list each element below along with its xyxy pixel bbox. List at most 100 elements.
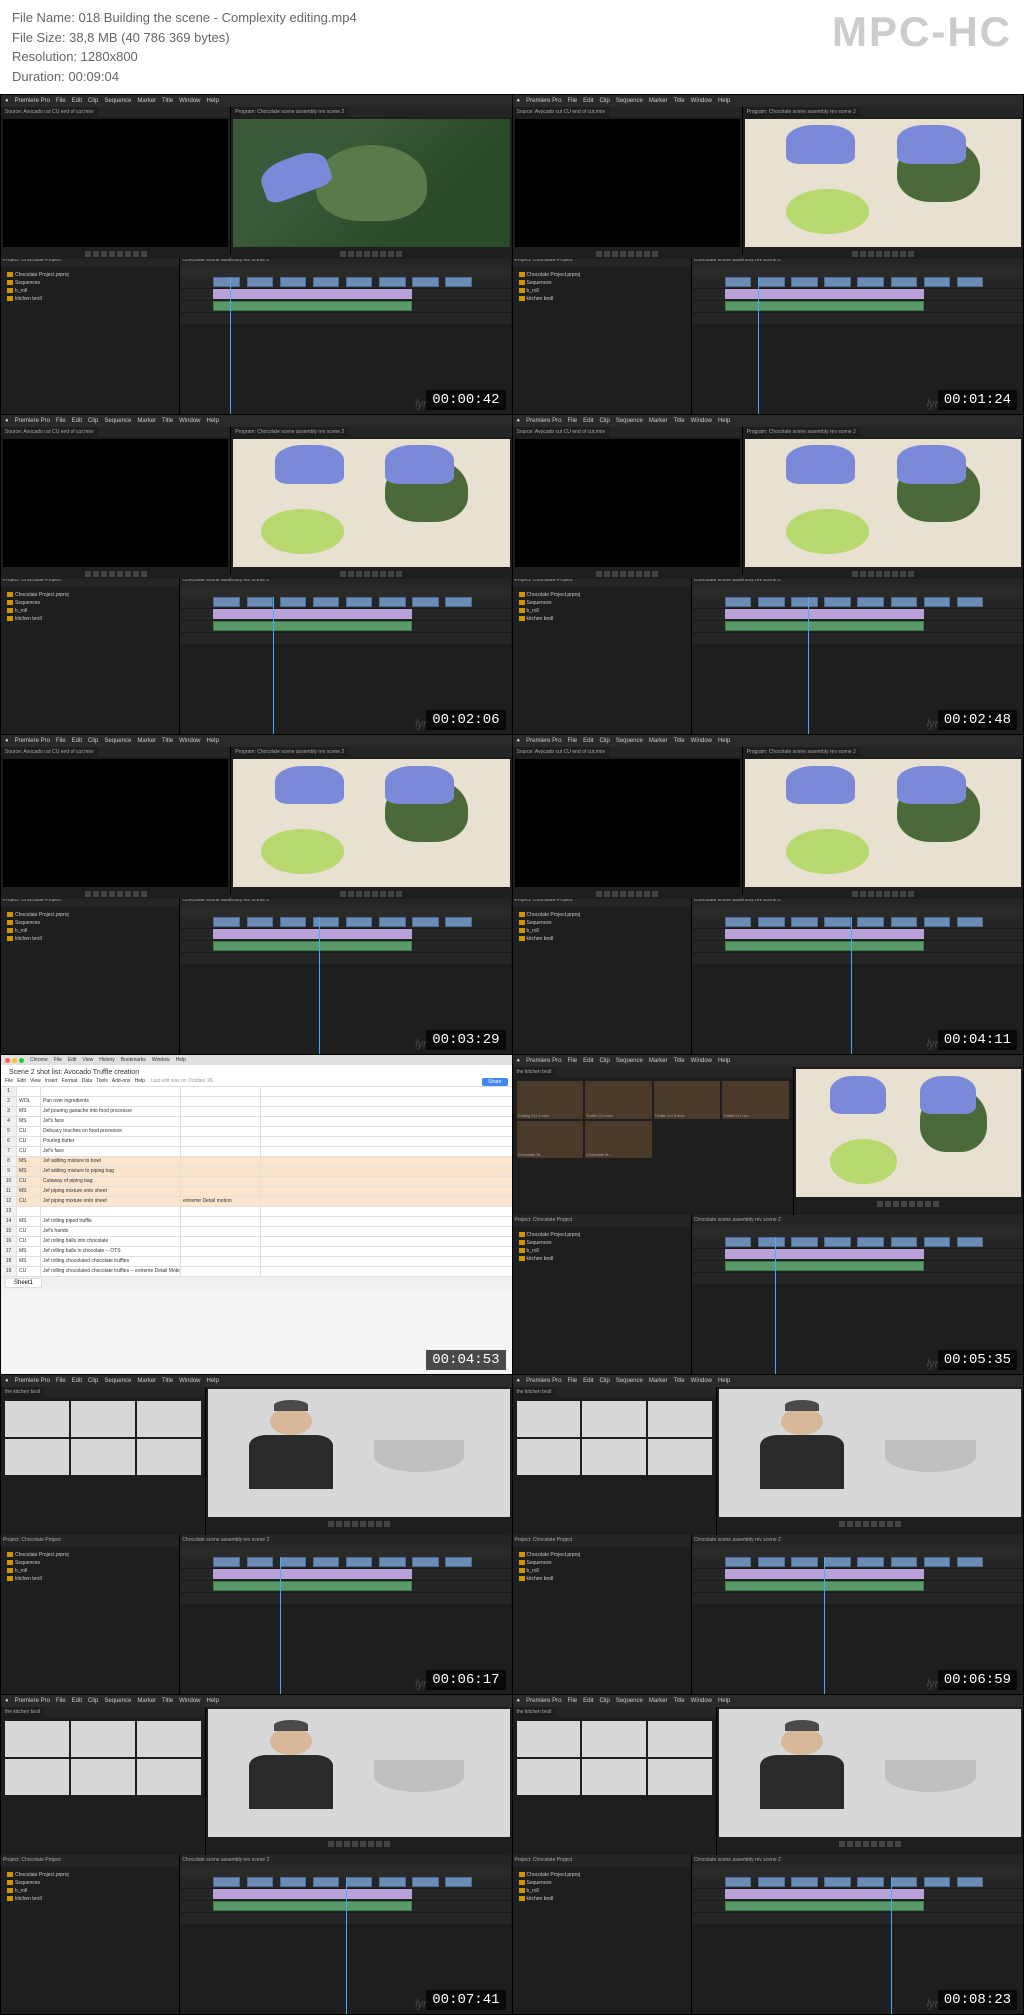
menu-item[interactable]: Edit [72, 98, 82, 104]
video-track[interactable] [692, 277, 1023, 289]
menu-item[interactable]: Clip [599, 1378, 609, 1384]
menu-item[interactable]: Marker [137, 98, 156, 104]
transport-button[interactable] [612, 891, 618, 897]
spreadsheet-row[interactable]: 15 CU Jef's hands [1, 1227, 512, 1237]
media-clip[interactable] [582, 1721, 646, 1757]
transport-button[interactable] [612, 251, 618, 257]
media-clip[interactable] [582, 1401, 646, 1437]
project-panel[interactable]: Project: Chocolate Project Chocolate Pro… [513, 575, 692, 735]
menu-item[interactable]: Window [179, 1698, 200, 1704]
transport-button[interactable] [348, 571, 354, 577]
project-item[interactable]: b_roll [517, 1567, 687, 1575]
macos-menubar[interactable]: ● Premiere Pro FileEditClipSequenceMarke… [513, 735, 1024, 747]
program-monitor[interactable]: Program: Chocolate scene assembly rev sc… [231, 427, 511, 575]
cell[interactable]: WOL [17, 1097, 41, 1106]
transport-button[interactable] [636, 251, 642, 257]
menu-item[interactable]: Bookmarks [121, 1057, 146, 1063]
video-thumbnail[interactable]: ● Premiere Pro FileEditClipSequenceMarke… [1, 735, 512, 1054]
timeline-ruler[interactable] [692, 1867, 1023, 1877]
project-panel[interactable]: Project: Chocolate Project Chocolate Pro… [513, 1215, 692, 1375]
source-tab[interactable]: Source: Avocado cut CU end of cut.mov [1, 747, 98, 757]
menu-item[interactable]: File [56, 418, 66, 424]
app-name[interactable]: Premiere Pro [526, 1378, 561, 1384]
transport-button[interactable] [604, 571, 610, 577]
menu-item[interactable]: Window [691, 738, 712, 744]
transport-button[interactable] [871, 1521, 877, 1527]
transport-button[interactable] [356, 891, 362, 897]
transport-button[interactable] [356, 571, 362, 577]
transport-button[interactable] [884, 571, 890, 577]
cell[interactable] [17, 1087, 41, 1096]
cell[interactable] [17, 1207, 41, 1216]
cell[interactable]: Jef piping mixture onto sheet [41, 1187, 181, 1196]
transport-button[interactable] [133, 891, 139, 897]
program-tab[interactable]: Program: Chocolate scene assembly rev sc… [743, 747, 860, 757]
media-clip[interactable] [137, 1401, 201, 1437]
transport-button[interactable] [863, 1521, 869, 1527]
cell[interactable]: Jef's face [41, 1147, 181, 1156]
transport-button[interactable] [125, 251, 131, 257]
apple-icon[interactable]: ● [5, 1698, 9, 1704]
video-track[interactable] [180, 609, 511, 621]
transport-controls[interactable] [231, 889, 511, 899]
media-browser-tab[interactable]: the kitchen broll [513, 1067, 556, 1077]
menu-item[interactable]: Marker [137, 738, 156, 744]
source-monitor[interactable]: Source: Avocado cut CU end of cut.mov [513, 107, 743, 255]
transport-button[interactable] [855, 1841, 861, 1847]
program-tab[interactable]: Program: Chocolate scene assembly rev sc… [231, 427, 348, 437]
timeline-ruler[interactable] [692, 907, 1023, 917]
transport-button[interactable] [901, 1201, 907, 1207]
project-item[interactable]: Chocolate Project.prproj [5, 591, 175, 599]
playhead[interactable] [775, 1237, 776, 1375]
share-button[interactable]: Share [482, 1078, 507, 1086]
cell[interactable]: Jef rolling balls into chocolate [41, 1237, 181, 1246]
transport-controls[interactable] [513, 569, 742, 579]
menu-item[interactable]: Clip [88, 418, 98, 424]
cell[interactable]: CU [17, 1237, 41, 1246]
program-preview[interactable] [719, 1709, 1021, 1837]
transport-button[interactable] [101, 571, 107, 577]
transport-button[interactable] [384, 1841, 390, 1847]
timeline-ruler[interactable] [692, 1227, 1023, 1237]
media-grid[interactable] [1, 1397, 205, 1479]
timeline-ruler[interactable] [692, 587, 1023, 597]
program-monitor[interactable] [717, 1387, 1023, 1535]
transport-button[interactable] [596, 891, 602, 897]
menu-item[interactable]: Chrome [30, 1057, 48, 1063]
transport-button[interactable] [628, 891, 634, 897]
menu-item[interactable]: Help [718, 738, 730, 744]
project-panel[interactable]: Project: Chocolate Project Chocolate Pro… [1, 255, 180, 415]
menu-item[interactable]: Sequence [616, 98, 643, 104]
program-preview[interactable] [745, 439, 1021, 567]
transport-button[interactable] [644, 891, 650, 897]
menu-item[interactable]: Sequence [616, 1378, 643, 1384]
transport-button[interactable] [396, 251, 402, 257]
menu-item[interactable]: Sequence [616, 1058, 643, 1064]
menu-item[interactable]: Help [207, 98, 219, 104]
source-preview[interactable] [515, 759, 740, 887]
transport-button[interactable] [388, 571, 394, 577]
playhead[interactable] [851, 917, 852, 1055]
transport-button[interactable] [356, 251, 362, 257]
program-preview[interactable] [796, 1069, 1021, 1197]
transport-button[interactable] [340, 251, 346, 257]
source-tab[interactable]: Source: Avocado cut CU end of cut.mov [1, 427, 98, 437]
media-browser-tab[interactable]: the kitchen broll [513, 1707, 556, 1717]
menu-item[interactable]: Window [179, 418, 200, 424]
audio-track[interactable] [180, 1581, 511, 1593]
media-clip[interactable] [517, 1401, 581, 1437]
transport-button[interactable] [141, 251, 147, 257]
cell[interactable]: extreme Detail motion [181, 1197, 261, 1206]
transport-button[interactable] [933, 1201, 939, 1207]
menu-item[interactable]: File [567, 1698, 577, 1704]
project-item[interactable]: kitchen broll [517, 1255, 687, 1263]
menu-item[interactable]: File [56, 1698, 66, 1704]
transport-button[interactable] [125, 571, 131, 577]
audio-track[interactable] [180, 953, 511, 965]
menu-item[interactable]: Title [162, 418, 173, 424]
cell[interactable] [181, 1137, 261, 1146]
transport-button[interactable] [368, 1521, 374, 1527]
menu-item[interactable]: Help [176, 1057, 186, 1063]
transport-button[interactable] [388, 251, 394, 257]
audio-track[interactable] [692, 1913, 1023, 1925]
